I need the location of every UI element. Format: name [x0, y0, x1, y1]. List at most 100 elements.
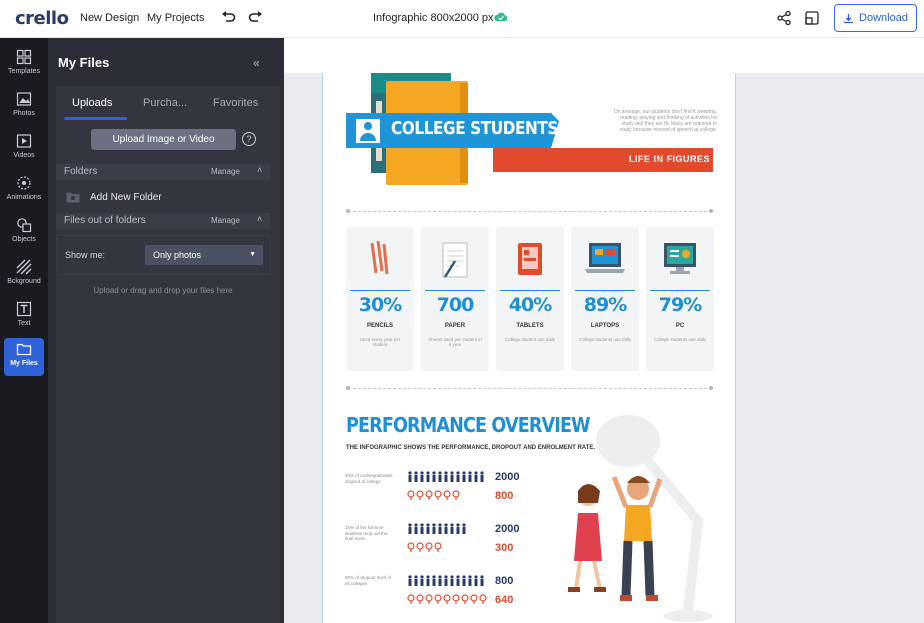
upload-button[interactable]: Upload Image or Video [91, 129, 236, 150]
add-new-folder-button[interactable]: Add New Folder [66, 188, 162, 206]
stat-sub: Used every year per student [359, 337, 401, 347]
uploads-tabs: Uploads Purcha... Favorites [56, 86, 280, 120]
download-button[interactable]: Download [834, 4, 917, 32]
left-rail: Templates Photos Videos Animations Objec… [0, 38, 48, 623]
active-tab-indicator [64, 117, 127, 120]
stat-label: LAPTOPS [590, 323, 620, 329]
rail-label: Templates [8, 68, 40, 75]
rail-item-videos[interactable]: Videos [4, 130, 44, 168]
stat-value: 79% [658, 294, 702, 316]
templates-icon [16, 49, 32, 65]
undo-icon[interactable] [220, 9, 236, 25]
design-page[interactable]: LIFE IN FIGURES COLLEGE STUDENTS On aver… [322, 73, 736, 623]
show-me-label: Show me: [65, 250, 106, 260]
help-icon[interactable]: ? [242, 132, 256, 146]
files-out-label: Files out of folders [64, 215, 146, 226]
rail-label: Animations [6, 194, 42, 201]
divider-dot [709, 209, 713, 213]
tab-purchased[interactable]: Purcha... [143, 97, 187, 109]
stat-label: TABLETS [516, 323, 544, 329]
red-count: 800 [495, 490, 514, 502]
tab-uploads[interactable]: Uploads [72, 97, 112, 109]
chevron-up-icon[interactable]: ˄ [257, 214, 262, 224]
redo-icon[interactable] [248, 9, 264, 25]
banner-subtitle: LIFE IN FIGURES [629, 154, 711, 164]
stat-label: PC [675, 323, 685, 329]
divider-dot [709, 386, 713, 390]
manage-folders-button[interactable]: Manage [211, 167, 240, 176]
stat-card: 700 PAPER Sheets used per student in a y… [421, 227, 489, 371]
red-people-icons [407, 490, 460, 500]
stat-row-label: 40% of Undergraduates dropout of college [345, 473, 393, 484]
top-bar: crello New Design My Projects Infographi… [0, 0, 924, 38]
divider [348, 388, 712, 389]
cloud-saved-icon [494, 12, 508, 21]
stat-row-label: 15% of the full-time students drop out t… [345, 525, 388, 541]
photos-icon [16, 92, 32, 106]
my-projects-link[interactable]: My Projects [147, 12, 204, 24]
blue-count: 2000 [495, 523, 520, 535]
red-count: 300 [495, 542, 514, 554]
tab-favorites[interactable]: Favorites [213, 97, 258, 109]
text-icon [16, 301, 32, 317]
rail-item-text[interactable]: Text [4, 298, 44, 336]
intro-blurb: On average, our students don't find it s… [613, 109, 717, 133]
rail-label: My Files [10, 360, 38, 367]
new-design-link[interactable]: New Design [80, 12, 139, 24]
download-icon [844, 13, 854, 23]
stat-label: PAPER [444, 323, 466, 329]
blue-people-icons [408, 575, 484, 586]
chevron-up-icon[interactable]: ˄ [257, 165, 262, 175]
folders-header: Folders Manage ˄ [56, 164, 270, 180]
show-me-select[interactable]: Only photos ▼ [145, 245, 263, 265]
manage-files-button[interactable]: Manage [211, 216, 240, 225]
collapse-panel-icon[interactable]: « [253, 56, 260, 70]
rail-item-my-files[interactable]: My Files [4, 338, 44, 376]
pencils-icon [370, 241, 389, 275]
stat-card: 30% PENCILS Used every year per student [346, 227, 414, 371]
files-out-header: Files out of folders Manage ˄ [56, 213, 270, 229]
stat-sub: Sheets used per student in a year [428, 337, 482, 347]
rail-item-background[interactable]: Bckground [4, 256, 44, 294]
stat-sub: College student use daily [504, 337, 556, 342]
dropdown-arrow-icon: ▼ [249, 251, 256, 258]
show-me-filter: Show me: Only photos ▼ [56, 235, 270, 275]
rail-item-animations[interactable]: Animations [4, 172, 44, 210]
paper-icon [442, 242, 468, 278]
panel-content: Uploads Purcha... Favorites Upload Image… [56, 86, 280, 623]
stat-underline [575, 290, 635, 291]
objects-icon [17, 218, 32, 233]
divider [348, 211, 712, 212]
animations-icon [17, 176, 31, 190]
divider-dot [346, 209, 350, 213]
stat-card: 40% TABLETS College student use daily [496, 227, 564, 371]
crello-logo[interactable]: crello [15, 8, 69, 29]
stat-label: PENCILS [366, 323, 393, 329]
rail-item-objects[interactable]: Objects [4, 214, 44, 252]
pc-icon [664, 243, 696, 274]
stat-card: 89% LAPTOPS College students use daily [571, 227, 639, 371]
my-files-panel: My Files « Uploads Purcha... Favorites U… [48, 38, 284, 623]
stat-underline [425, 290, 485, 291]
divider-dot [346, 386, 350, 390]
stat-row-label: 80% of dropout level of all colleges [345, 575, 392, 586]
show-me-value: Only photos [153, 250, 202, 260]
rail-item-templates[interactable]: Templates [4, 46, 44, 84]
folders-label: Folders [64, 166, 98, 177]
stat-sub: College students use daily [653, 337, 707, 342]
stat-underline [500, 290, 560, 291]
videos-icon [16, 134, 32, 148]
blue-people-icons [408, 471, 484, 482]
stat-value: 30% [358, 294, 402, 316]
stat-value: 89% [583, 294, 627, 316]
download-label: Download [859, 12, 908, 24]
rail-item-photos[interactable]: Photos [4, 88, 44, 126]
stat-value: 700 [436, 294, 475, 316]
resize-icon[interactable] [804, 10, 820, 26]
stat-value: 40% [508, 294, 552, 316]
share-icon[interactable] [776, 10, 792, 26]
blue-count: 2000 [495, 471, 520, 483]
stat-underline [650, 290, 710, 291]
tablet-icon [518, 243, 542, 275]
document-title[interactable]: Infographic 800x2000 px [373, 12, 493, 24]
